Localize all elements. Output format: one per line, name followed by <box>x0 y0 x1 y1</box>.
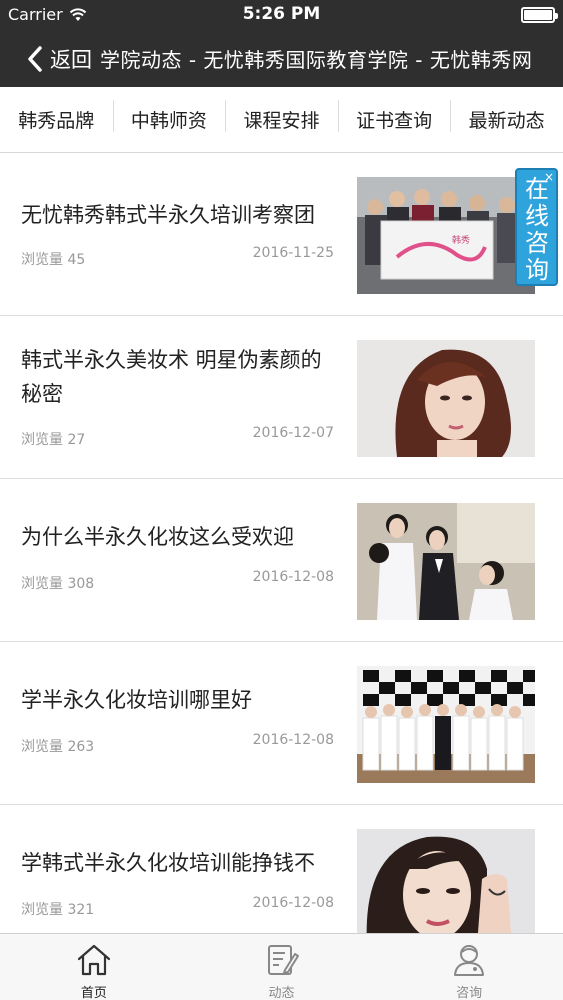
online-consult-float-button[interactable]: × 在线咨询 <box>515 168 558 286</box>
battery-icon <box>521 7 558 23</box>
back-label: 返回 <box>50 47 92 72</box>
view-count: 浏览量 45 <box>21 252 86 268</box>
article-title: 为什么半永久化妆这么受欢迎 <box>21 525 294 549</box>
view-count: 浏览量 27 <box>21 432 86 448</box>
tab-courses[interactable]: 课程安排 <box>225 100 338 133</box>
tab-brand[interactable]: 韩秀品牌 <box>0 106 113 133</box>
article-date: 2016-12-08 <box>252 569 334 585</box>
list-item[interactable]: 无忧韩秀韩式半永久培训考察团 浏览量 45 2016-11-25 韩秀 <box>0 153 563 316</box>
article-date: 2016-12-08 <box>252 732 334 748</box>
svg-text:韩秀: 韩秀 <box>452 234 470 246</box>
article-title: 学半永久化妆培训哪里好 <box>21 688 252 712</box>
article-date: 2016-12-07 <box>252 425 334 441</box>
article-thumbnail: 韩秀 <box>357 177 535 294</box>
status-bar: Carrier 5:26 PM <box>0 0 563 30</box>
home-icon <box>77 944 110 976</box>
list-item[interactable]: 学半永久化妆培训哪里好 浏览量 263 2016-12-08 <box>0 642 563 805</box>
view-count: 浏览量 308 <box>21 576 95 592</box>
article-date: 2016-12-08 <box>252 895 334 911</box>
list-item[interactable]: 学韩式半永久化妆培训能挣钱不 浏览量 321 2016-12-08 <box>0 805 563 933</box>
article-thumbnail <box>357 503 535 620</box>
article-thumbnail <box>357 340 535 457</box>
view-count: 浏览量 263 <box>21 739 95 755</box>
tab-certificate[interactable]: 证书查询 <box>337 100 451 133</box>
chevron-left-icon <box>28 45 42 72</box>
status-right <box>521 7 558 23</box>
list-item[interactable]: 韩式半永久美妆术 明星伪素颜的秘密 浏览量 27 2016-12-07 <box>0 316 563 479</box>
tabbar-item-home[interactable]: 首页 <box>0 934 188 1000</box>
back-button[interactable]: 返回 <box>0 44 92 74</box>
category-tabs: 韩秀品牌 中韩师资 课程安排 证书查询 最新动态 <box>0 87 563 153</box>
tabbar-label: 首页 <box>80 986 107 1000</box>
article-title: 学韩式半永久化妆培训能挣钱不 <box>21 851 315 875</box>
article-thumbnail <box>357 829 535 933</box>
article-title: 韩式半永久美妆术 明星伪素颜的秘密 <box>21 348 322 406</box>
tabbar-label: 动态 <box>268 986 295 1000</box>
tab-teachers[interactable]: 中韩师资 <box>112 100 226 133</box>
tab-latest-news[interactable]: 最新动态 <box>450 100 563 133</box>
article-list: 无忧韩秀韩式半永久培训考察团 浏览量 45 2016-11-25 韩秀 韩式半永… <box>0 153 563 933</box>
tabbar-item-consult[interactable]: 咨询 <box>375 934 563 1000</box>
consult-person-icon <box>454 945 485 976</box>
status-time: 5:26 PM <box>242 4 321 24</box>
article-date: 2016-11-25 <box>252 245 334 261</box>
bottom-tab-bar: 首页 动态 咨询 <box>0 933 563 1000</box>
article-thumbnail <box>357 666 535 783</box>
article-title: 无忧韩秀韩式半永久培训考察团 <box>21 203 315 227</box>
view-count: 浏览量 321 <box>21 902 95 918</box>
news-edit-icon <box>267 945 299 975</box>
list-item[interactable]: 为什么半永久化妆这么受欢迎 浏览量 308 2016-12-08 <box>0 479 563 642</box>
navigation-bar: 返回 学院动态 - 无忧韩秀国际教育学院 - 无忧韩秀网 <box>0 30 563 87</box>
page-title: 学院动态 - 无忧韩秀国际教育学院 - 无忧韩秀网 <box>100 48 533 72</box>
tabbar-item-news[interactable]: 动态 <box>188 934 376 1000</box>
online-consult-label: 在线咨询 <box>525 175 549 284</box>
tabbar-label: 咨询 <box>456 986 483 1000</box>
